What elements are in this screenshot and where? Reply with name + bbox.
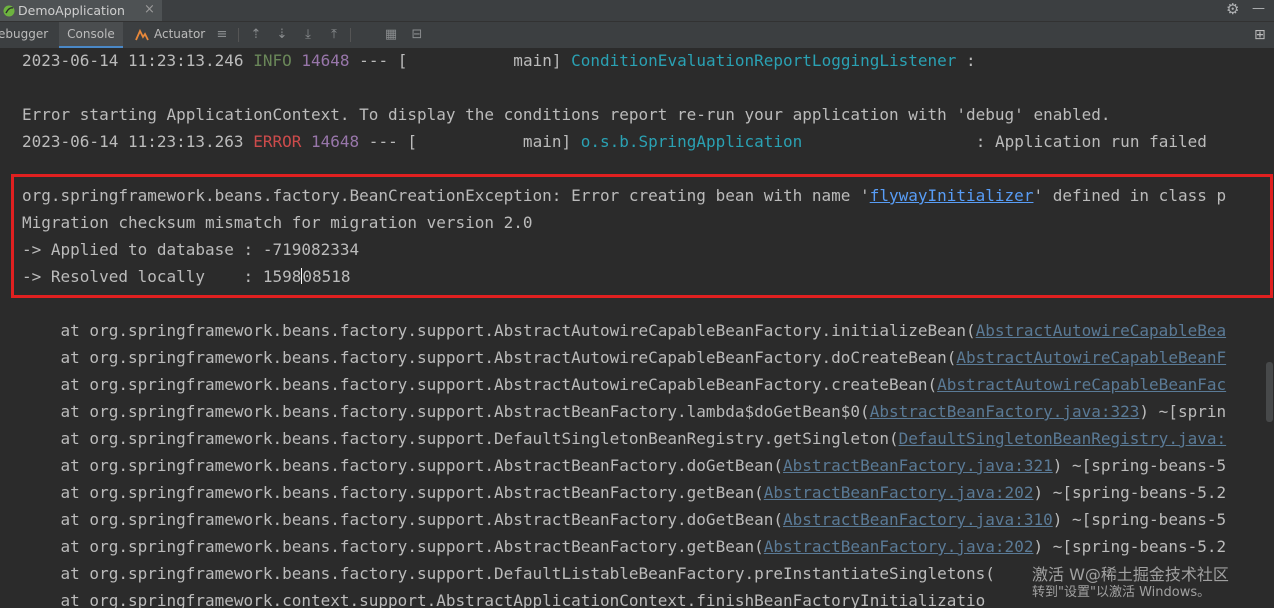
vertical-scrollbar[interactable] bbox=[1266, 49, 1274, 608]
stack-frame: at org.springframework.beans.factory.sup… bbox=[22, 482, 1227, 504]
actuator-icon bbox=[135, 28, 149, 41]
hide-icon[interactable]: — bbox=[1252, 1, 1265, 16]
stack-frame-method: at org.springframework.beans.factory.sup… bbox=[22, 564, 995, 583]
stack-frame-method: at org.springframework.beans.factory.sup… bbox=[22, 483, 764, 502]
stack-frame-method: at org.springframework.beans.factory.sup… bbox=[22, 402, 870, 421]
clear-icon[interactable]: ⊟ bbox=[407, 25, 427, 45]
stack-frame: at org.springframework.beans.factory.sup… bbox=[22, 509, 1227, 531]
stack-frame-method: at org.springframework.beans.factory.sup… bbox=[22, 348, 957, 367]
scroll-up-icon[interactable]: ⇡ bbox=[246, 25, 266, 45]
stack-frame-method: at org.springframework.beans.factory.sup… bbox=[22, 321, 976, 340]
toolbar-divider bbox=[238, 28, 239, 42]
stack-frame-jar: ) ~[sprin bbox=[1139, 402, 1227, 421]
menu-icon[interactable]: ≡ bbox=[212, 25, 232, 45]
log-logger: ConditionEvaluationReportLoggingListener bbox=[571, 51, 957, 70]
stack-frame-method: at org.springframework.beans.factory.sup… bbox=[22, 429, 899, 448]
stack-frame-source-link[interactable]: AbstractAutowireCapableBeanFac bbox=[937, 375, 1226, 394]
tab-console[interactable]: Console bbox=[59, 22, 123, 48]
stack-frame: at org.springframework.beans.factory.sup… bbox=[22, 401, 1227, 423]
tab-actuator-label: Actuator bbox=[154, 27, 206, 41]
run-toolbar: ebugger Console Actuator ≡ ⇡ ⇣ ⤓ ⤒ ▦ ⊟ ⊞ bbox=[0, 22, 1274, 49]
stack-frame-source-link[interactable]: AbstractBeanFactory.java:202 bbox=[764, 483, 1034, 502]
toolbar-divider bbox=[350, 28, 351, 42]
log-pid: 14648 bbox=[311, 132, 360, 151]
stack-frame: at org.springframework.beans.factory.sup… bbox=[22, 320, 1227, 342]
tab-debugger[interactable]: ebugger bbox=[0, 22, 48, 48]
stack-frame-method: at org.springframework.beans.factory.sup… bbox=[22, 456, 783, 475]
upload-icon[interactable]: ⤒ bbox=[324, 25, 344, 45]
run-tab-demoapplication[interactable]: DemoApplication × bbox=[0, 0, 162, 21]
stack-frame: at org.springframework.beans.factory.sup… bbox=[22, 347, 1227, 369]
stack-frame: at org.springframework.beans.factory.sup… bbox=[22, 536, 1227, 558]
grid-icon[interactable]: ▦ bbox=[381, 25, 401, 45]
stack-frame: at org.springframework.beans.factory.sup… bbox=[22, 374, 1227, 396]
stack-frame-source-link[interactable]: AbstractAutowireCapableBea bbox=[976, 321, 1226, 340]
stack-frame-source-link[interactable]: AbstractAutowireCapableBeanF bbox=[956, 348, 1226, 367]
stack-frame-method: at org.springframework.beans.factory.sup… bbox=[22, 510, 783, 529]
stack-frame-jar: ) ~[spring-beans-5 bbox=[1052, 510, 1227, 529]
log-logger: o.s.b.SpringApplication bbox=[580, 132, 803, 151]
spring-app-icon bbox=[3, 5, 15, 17]
log-timestamp: 2023-06-14 11:23:13.263 bbox=[22, 132, 244, 151]
stack-frame-method: at org.springframework.beans.factory.sup… bbox=[22, 537, 764, 556]
log-message: : bbox=[956, 51, 976, 70]
stack-frame-jar: ) ~[spring-beans-5 bbox=[1052, 456, 1227, 475]
close-icon[interactable]: × bbox=[144, 2, 155, 17]
stack-frame: at org.springframework.context.support.A… bbox=[22, 590, 986, 608]
run-tab-label: DemoApplication bbox=[18, 3, 125, 18]
console-output[interactable]: 2023-06-14 11:23:13.246 INFO 14648 --- [… bbox=[0, 49, 1274, 608]
gear-icon[interactable]: ⚙ bbox=[1226, 0, 1239, 18]
stack-frame-source-link[interactable]: AbstractBeanFactory.java:321 bbox=[783, 456, 1053, 475]
tab-actuator[interactable]: Actuator bbox=[134, 22, 205, 48]
log-timestamp: 2023-06-14 11:23:13.246 bbox=[22, 51, 244, 70]
error-highlight-box bbox=[11, 174, 1273, 298]
stack-frame-source-link[interactable]: AbstractBeanFactory.java:310 bbox=[783, 510, 1053, 529]
run-tab-bar: DemoApplication × ⚙ — bbox=[0, 0, 1274, 22]
log-level-error: ERROR bbox=[243, 132, 302, 151]
stack-frame-method: at org.springframework.beans.factory.sup… bbox=[22, 375, 938, 394]
stack-frame-source-link[interactable]: AbstractBeanFactory.java:323 bbox=[870, 402, 1140, 421]
log-line-message: Error starting ApplicationContext. To di… bbox=[22, 105, 1111, 124]
scrollbar-thumb[interactable] bbox=[1266, 362, 1273, 422]
download-icon[interactable]: ⤓ bbox=[298, 25, 318, 45]
stack-frame: at org.springframework.beans.factory.sup… bbox=[22, 455, 1227, 477]
stack-frame-source-link[interactable]: AbstractBeanFactory.java:202 bbox=[764, 537, 1034, 556]
log-line-info: 2023-06-14 11:23:13.246 INFO 14648 --- [… bbox=[22, 50, 976, 72]
stack-frame: at org.springframework.beans.factory.sup… bbox=[22, 428, 1227, 450]
stack-frame-method: at org.springframework.context.support.A… bbox=[22, 591, 986, 608]
watermark-line-2: 转到"设置"以激活 Windows。 bbox=[1032, 585, 1211, 600]
log-thread: --- [ main] bbox=[349, 51, 572, 70]
log-thread: --- [ main] bbox=[359, 132, 581, 151]
stack-frame: at org.springframework.beans.factory.sup… bbox=[22, 563, 995, 585]
log-message: : Application run failed bbox=[802, 132, 1207, 151]
log-level-info: INFO bbox=[243, 51, 292, 70]
stack-frame-jar: ) ~[spring-beans-5.2 bbox=[1033, 483, 1227, 502]
watermark: 激活 W@稀土掘金技术社区 转到"设置"以激活 Windows。 bbox=[1032, 566, 1272, 606]
stack-frame-jar: ) ~[spring-beans-5.2 bbox=[1033, 537, 1227, 556]
layout-icon[interactable]: ⊞ bbox=[1254, 27, 1266, 43]
scroll-down-icon[interactable]: ⇣ bbox=[272, 25, 292, 45]
watermark-line-1: 激活 W@稀土掘金技术社区 bbox=[1032, 565, 1229, 584]
stack-frame-source-link[interactable]: DefaultSingletonBeanRegistry.java: bbox=[899, 429, 1227, 448]
log-pid: 14648 bbox=[301, 51, 350, 70]
log-line-error: 2023-06-14 11:23:13.263 ERROR 14648 --- … bbox=[22, 131, 1207, 153]
